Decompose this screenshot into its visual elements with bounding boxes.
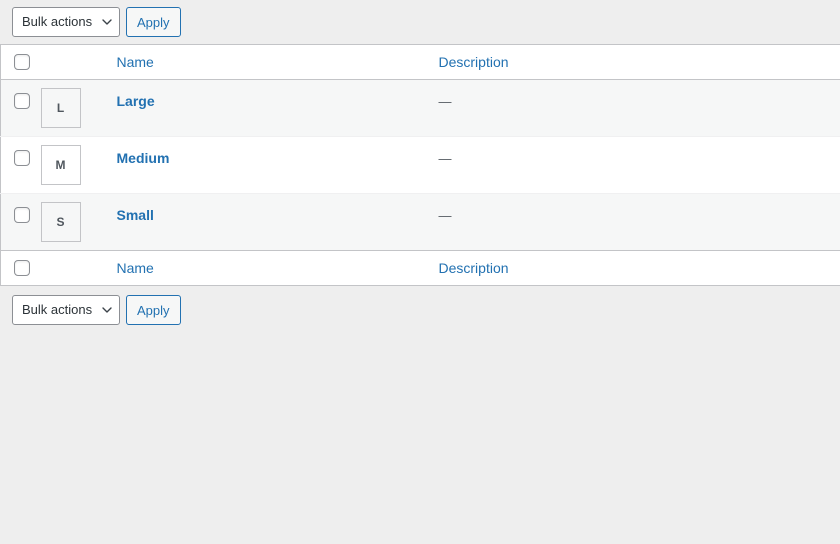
header-thumbnail-cell (40, 44, 107, 80)
tablenav-bottom: Bulk actions Apply (0, 286, 840, 332)
footer-description-cell[interactable]: Description (428, 250, 840, 286)
term-description: — (438, 208, 452, 224)
select-all-checkbox-top[interactable] (14, 54, 30, 71)
bulk-actions-select-wrapper: Bulk actions (12, 7, 120, 37)
term-thumbnail: L (40, 88, 81, 129)
bulk-actions-select-top[interactable]: Bulk actions (12, 7, 120, 37)
bulk-actions-select-wrapper-bottom: Bulk actions (12, 295, 120, 326)
row-thumbnail-cell: L (40, 80, 107, 137)
term-name-link[interactable]: Large (117, 93, 155, 109)
select-all-checkbox-bottom[interactable] (14, 260, 30, 277)
table-header-row: Name Description (0, 44, 840, 80)
row-description-cell: — (429, 194, 840, 251)
row-checkbox-cell (1, 137, 41, 194)
terms-table: Name Description L Large — M Medium — S … (0, 44, 840, 287)
terms-table-body: L Large — M Medium — S Small — (0, 79, 840, 251)
row-name-cell: Large (107, 80, 429, 137)
apply-button-bottom[interactable]: Apply (126, 295, 181, 326)
term-thumbnail: M (40, 145, 81, 186)
apply-button-top[interactable]: Apply (126, 7, 181, 37)
footer-thumbnail-cell (40, 250, 107, 286)
row-checkbox[interactable] (14, 93, 30, 110)
row-name-cell: Medium (107, 137, 429, 194)
term-description: — (438, 94, 452, 110)
term-description: — (438, 151, 452, 167)
terms-table-foot: Name Description (0, 250, 840, 286)
term-name-link[interactable]: Small (117, 207, 154, 223)
header-name-cell[interactable]: Name (106, 44, 429, 80)
table-footer-row: Name Description (0, 250, 840, 286)
table-row: L Large — (0, 79, 840, 137)
row-checkbox[interactable] (14, 207, 30, 224)
footer-name-cell[interactable]: Name (106, 250, 429, 286)
row-description-cell: — (429, 137, 840, 194)
table-row: S Small — (0, 193, 840, 251)
terms-table-head: Name Description (0, 44, 840, 80)
bulk-actions-select-bottom[interactable]: Bulk actions (12, 295, 120, 326)
header-select-all-cell (0, 44, 41, 80)
term-name-link[interactable]: Medium (117, 150, 170, 166)
table-row: M Medium — (0, 137, 840, 194)
row-thumbnail-cell: M (40, 137, 107, 194)
row-checkbox-cell (1, 194, 41, 251)
row-name-cell: Small (107, 194, 429, 251)
row-checkbox[interactable] (14, 150, 30, 167)
term-thumbnail: S (40, 202, 81, 243)
header-description-cell[interactable]: Description (428, 44, 840, 80)
footer-select-all-cell (0, 250, 41, 286)
row-description-cell: — (429, 80, 840, 137)
terms-list-page: Bulk actions Apply Name Description L La… (0, 0, 840, 544)
tablenav-top: Bulk actions Apply (0, 0, 840, 44)
row-thumbnail-cell: S (40, 194, 107, 251)
row-checkbox-cell (1, 80, 41, 137)
